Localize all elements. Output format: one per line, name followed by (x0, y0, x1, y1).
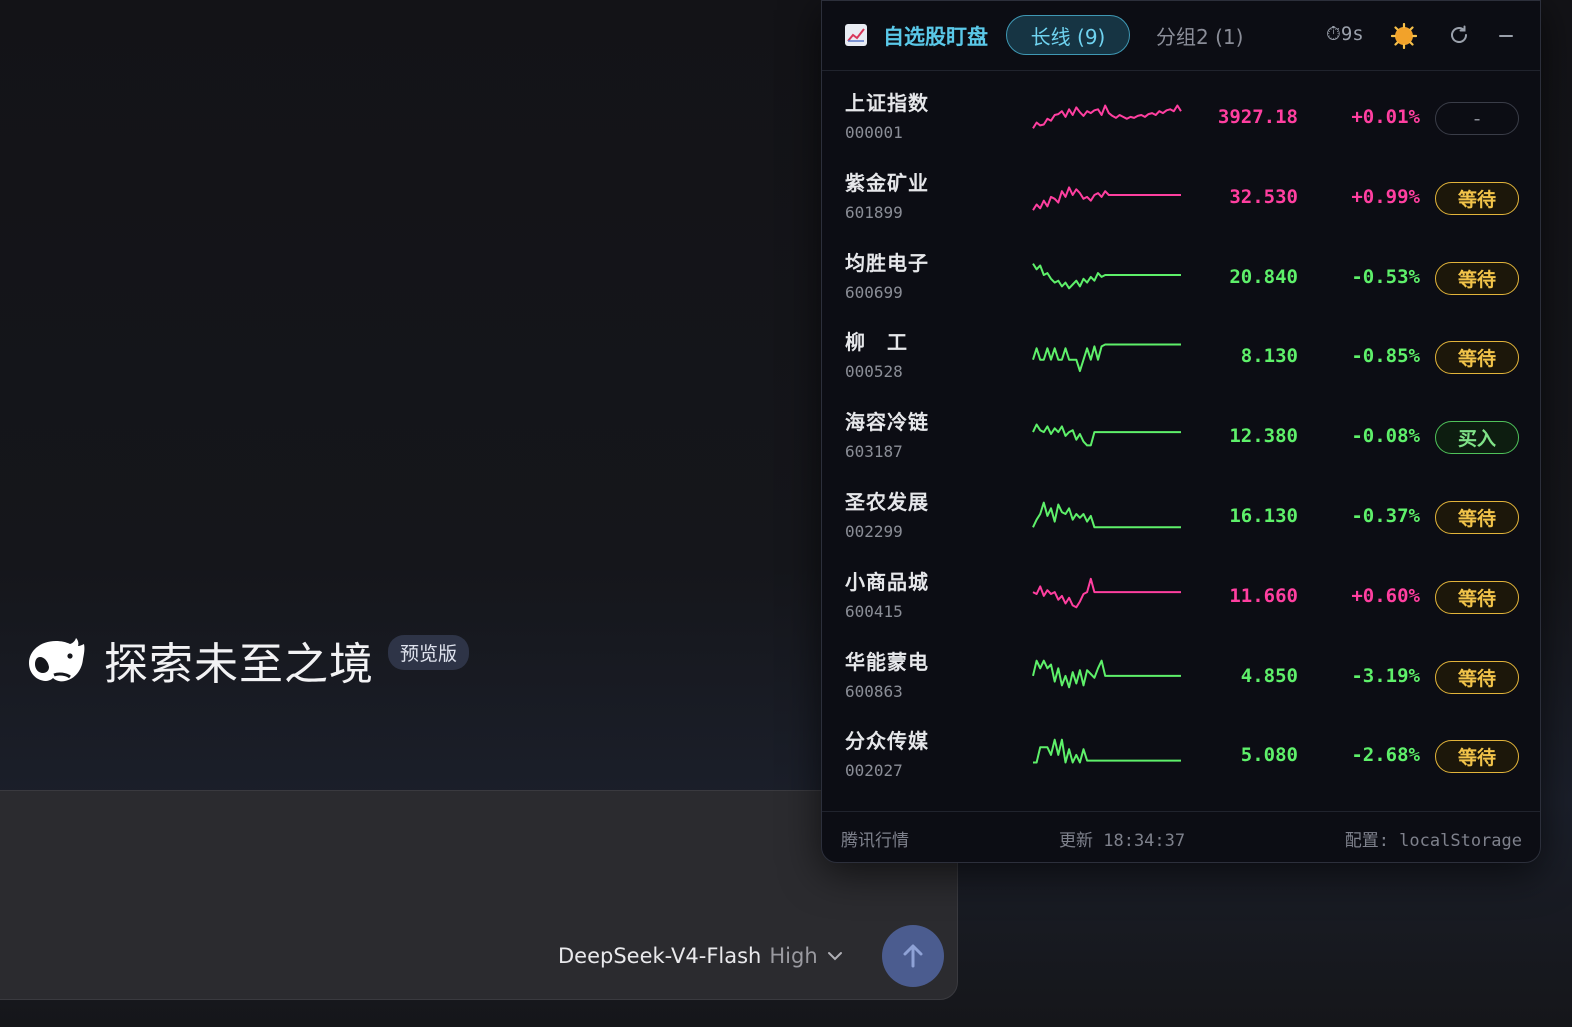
stock-list: 上证指数 000001 3927.18 +0.01% - 紫金矿业 601899 32.530… (822, 79, 1540, 797)
stock-sparkline (1032, 104, 1182, 129)
stock-code: 600415 (845, 601, 903, 621)
stock-change: -0.53% (1351, 265, 1420, 288)
stock-price: 11.660 (1229, 584, 1298, 607)
widget-header: 自选股盯盘 长线 (9) 分组2 (1) ⏱9s (822, 1, 1540, 71)
stock-sparkline (1032, 186, 1181, 211)
sparkline-path (1033, 739, 1181, 764)
hero-title: 探索未至之境 (104, 639, 374, 690)
stock-price: 3927.18 (1217, 106, 1298, 128)
deepseek-whale-logo-icon (29, 638, 85, 682)
welcome-hero: 探索未至之境 预览版 (26, 628, 470, 692)
sun-theme-icon[interactable] (1391, 23, 1417, 49)
stock-price: 20.840 (1229, 265, 1298, 288)
chart-trend-icon (845, 24, 867, 46)
stock-name: 小商品城 (845, 569, 929, 594)
model-selector[interactable]: DeepSeek-V4-Flash High (558, 944, 844, 968)
stock-name: 柳 工 (845, 330, 908, 355)
stock-change: +0.99% (1351, 185, 1420, 208)
stock-code: 600863 (845, 681, 903, 701)
stock-change: +0.01% (1351, 106, 1420, 128)
stock-name: 分众传媒 (845, 729, 929, 754)
sparkline-path (1032, 262, 1181, 289)
stock-sparkline (1032, 577, 1181, 609)
stock-name: 上证指数 (845, 91, 929, 115)
stock-change: -0.85% (1351, 345, 1420, 368)
stock-row[interactable]: 上证指数 000001 3927.18 +0.01% - (822, 79, 1540, 159)
stock-row[interactable]: 华能蒙电 600863 4.850 -3.19% 等待 (822, 638, 1540, 718)
stock-name: 圣农发展 (845, 489, 929, 514)
sparkline-path (1032, 343, 1181, 373)
stock-name: 华能蒙电 (845, 649, 929, 674)
refresh-icon[interactable] (1448, 24, 1470, 46)
stock-code: 002027 (845, 761, 903, 781)
stock-row[interactable]: 柳 工 000528 8.130 -0.85% 等待 (822, 318, 1540, 398)
stock-code: 601899 (845, 202, 903, 222)
stock-row[interactable]: 圣农发展 002299 16.130 -0.37% 等待 (822, 478, 1540, 558)
stock-price: 5.080 (1240, 744, 1298, 767)
stock-name: 海容冷链 (845, 410, 929, 435)
stock-sparkline (1033, 739, 1181, 764)
stock-row[interactable]: 海容冷链 603187 12.380 -0.08% 买入 (822, 398, 1540, 478)
sparkline-path (1032, 577, 1181, 609)
stock-price: 8.130 (1240, 345, 1298, 368)
stock-action-button[interactable]: 等待 (1435, 500, 1519, 534)
stock-name: 均胜电子 (845, 250, 929, 275)
widget-footer: 腾讯行情 更新 18:34:37 配置: localStorage (822, 811, 1540, 863)
sparkline-path (1032, 659, 1181, 688)
stock-code: 000001 (845, 123, 903, 142)
updated-time: 更新 18:34:37 (1059, 831, 1186, 851)
model-name: DeepSeek-V4-Flash (558, 944, 762, 968)
stock-code: 000528 (845, 362, 903, 382)
stock-action-button[interactable]: 买入 (1435, 421, 1519, 455)
stock-change: -0.37% (1351, 504, 1420, 527)
sparkline-path (1032, 501, 1181, 529)
stock-action-button[interactable]: 等待 (1435, 261, 1519, 295)
stock-code: 600699 (845, 282, 903, 302)
widget-title: 自选股盯盘 (883, 25, 988, 49)
stock-code: 603187 (845, 442, 903, 462)
stock-sparkline (1032, 501, 1181, 529)
stock-price: 4.850 (1240, 664, 1298, 687)
stock-action-button[interactable]: 等待 (1435, 660, 1519, 694)
data-source-label: 腾讯行情 (841, 831, 909, 851)
stock-action-button[interactable]: 等待 (1435, 341, 1519, 375)
stock-sparkline (1032, 423, 1181, 447)
model-level: High (769, 944, 818, 968)
tab-group-2[interactable]: 分组2 (1) (1156, 21, 1243, 50)
sparkline-path (1032, 104, 1182, 129)
stock-change: -0.08% (1351, 425, 1420, 448)
refresh-timer: ⏱9s (1326, 23, 1364, 45)
send-button[interactable] (882, 925, 944, 987)
stock-sparkline (1032, 343, 1181, 373)
sparkline-path (1032, 186, 1181, 211)
stock-action-button[interactable]: 等待 (1435, 580, 1519, 614)
stock-row[interactable]: 分众传媒 002027 5.080 -2.68% 等待 (822, 717, 1540, 797)
message-composer[interactable] (0, 790, 958, 1000)
stock-action-button[interactable]: 等待 (1435, 740, 1519, 774)
stock-price: 16.130 (1229, 504, 1298, 527)
tab-long-term[interactable]: 长线 (9) (1006, 15, 1130, 55)
stock-price: 32.530 (1229, 185, 1298, 208)
config-label: 配置: localStorage (1344, 831, 1522, 851)
chevron-down-icon (827, 952, 842, 961)
stock-change: -2.68% (1351, 744, 1420, 767)
stock-price: 12.380 (1229, 425, 1298, 448)
sparkline-path (1032, 423, 1181, 447)
minimize-icon[interactable] (1496, 25, 1516, 45)
stock-sparkline (1032, 262, 1181, 289)
stock-name: 紫金矿业 (845, 170, 929, 195)
stock-watch-widget: 自选股盯盘 长线 (9) 分组2 (1) ⏱9s 上证指数 000001 3927.… (821, 0, 1541, 863)
stock-change: -3.19% (1351, 664, 1420, 687)
stock-action-button[interactable]: 等待 (1435, 181, 1519, 215)
stock-code: 002299 (845, 521, 903, 541)
stock-row[interactable]: 小商品城 600415 11.660 +0.60% 等待 (822, 558, 1540, 638)
stock-row[interactable]: 紫金矿业 601899 32.530 +0.99% 等待 (822, 159, 1540, 239)
stock-row[interactable]: 均胜电子 600699 20.840 -0.53% 等待 (822, 239, 1540, 319)
stock-action-button[interactable]: - (1435, 102, 1519, 135)
arrow-up-icon (903, 944, 923, 968)
preview-badge: 预览版 (388, 634, 470, 670)
stock-change: +0.60% (1351, 584, 1420, 607)
stock-sparkline (1032, 659, 1181, 688)
